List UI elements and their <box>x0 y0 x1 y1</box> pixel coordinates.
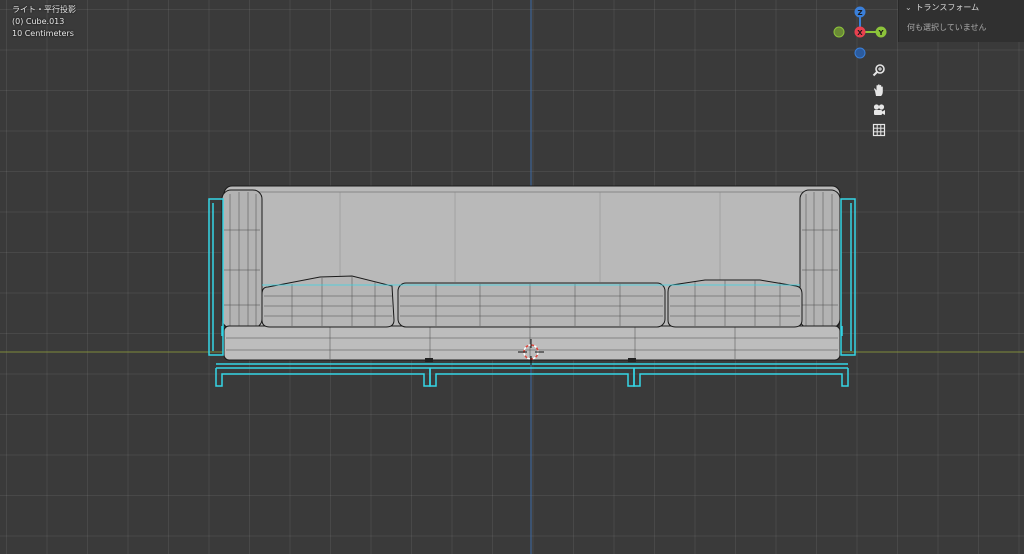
gizmo-neg-y-axis[interactable] <box>833 26 845 38</box>
navigation-gizmo[interactable]: Z Y X <box>830 4 892 62</box>
gizmo-z-label: Z <box>857 9 862 17</box>
grid-perspective-icon[interactable] <box>869 121 889 139</box>
sofa-seat[interactable] <box>223 325 841 361</box>
right-cushion[interactable] <box>667 279 803 328</box>
transform-panel-title: トランスフォーム <box>915 3 980 12</box>
center-cushion[interactable] <box>397 282 666 328</box>
sofa-mesh[interactable] <box>221 185 841 362</box>
transform-panel-header[interactable]: ⌄ トランスフォーム <box>905 2 979 14</box>
chevron-down-icon: ⌄ <box>905 3 912 12</box>
view-name-label: ライト・平行投影 <box>12 5 76 14</box>
gizmo-neg-z-axis[interactable] <box>854 47 866 59</box>
camera-icon[interactable] <box>869 101 889 119</box>
nothing-selected-message: 何も選択していません <box>907 23 987 32</box>
sidebar-transform-panel: ⌄ トランスフォーム 何も選択していません <box>898 0 1024 42</box>
gizmo-x-label: X <box>857 29 863 37</box>
3d-viewport[interactable]: ライト・平行投影 (0) Cube.013 10 Centimeters Z Y… <box>0 0 1024 554</box>
zoom-icon[interactable] <box>869 61 889 79</box>
hand-pan-icon[interactable] <box>869 81 889 99</box>
gizmo-y-label: Y <box>877 29 884 37</box>
grid-scale-label: 10 Centimeters <box>12 29 74 38</box>
active-object-label: (0) Cube.013 <box>12 17 65 26</box>
